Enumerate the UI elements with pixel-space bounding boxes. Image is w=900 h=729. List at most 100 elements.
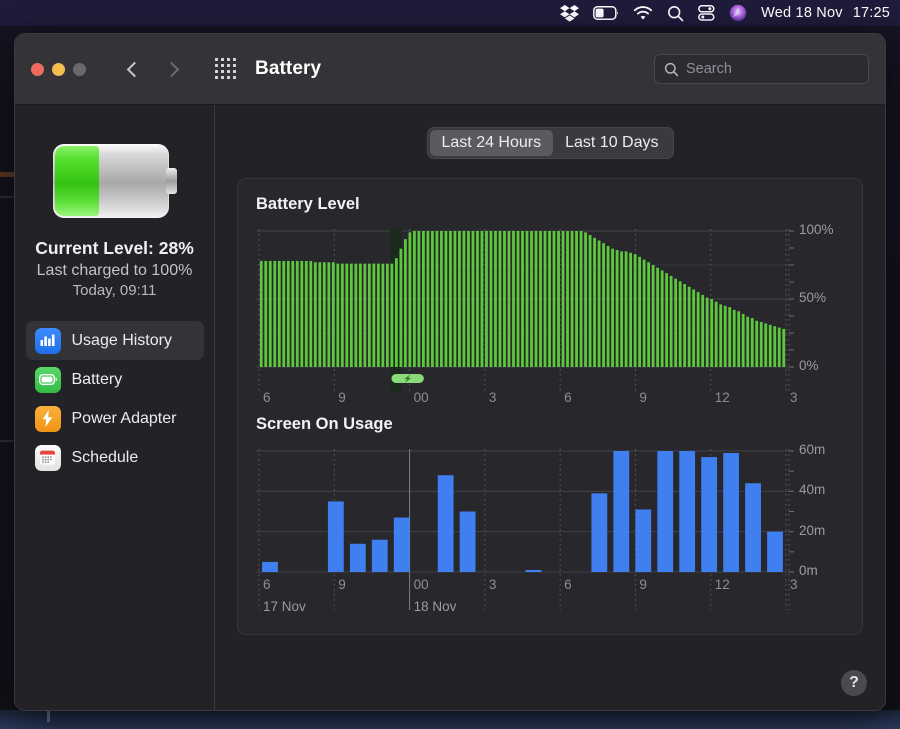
battery-level-bar: [764, 323, 767, 367]
battery-level-bar: [508, 231, 511, 367]
battery-level-bar: [782, 329, 785, 367]
screen-on-usage-bar: [262, 562, 278, 572]
screen-on-usage-bar: [460, 512, 476, 573]
screen-on-usage-bar: [723, 453, 739, 572]
screen-on-usage-bar: [328, 501, 344, 572]
x-axis-tick-label: 3: [489, 390, 497, 405]
battery-level-bar: [273, 261, 276, 367]
y-axis-tick-label: 20m: [799, 523, 825, 538]
menu-bar: Wed 18 Nov 17:25: [0, 0, 900, 26]
sidebar-item-battery[interactable]: Battery: [26, 360, 204, 399]
siri-icon[interactable]: [729, 0, 747, 26]
battery-terminal: [166, 168, 177, 194]
battery-level-bar: [327, 262, 330, 367]
x-axis-tick-label: 00: [414, 390, 429, 405]
y-axis-tick-label: 50%: [799, 290, 826, 305]
search-field[interactable]: Search: [654, 54, 869, 84]
battery-level-bar: [413, 231, 416, 367]
x-axis-tick-label: 9: [338, 577, 346, 592]
dropbox-icon[interactable]: [560, 0, 579, 26]
last-charged-time-label: Today, 09:11: [73, 282, 157, 299]
tab-last-10-days[interactable]: Last 10 Days: [553, 130, 670, 156]
menu-bar-date: Wed 18 Nov: [761, 5, 843, 21]
battery-level-bar: [638, 257, 641, 367]
time-range-tabs-wrapper: Last 24 Hours Last 10 Days: [237, 127, 863, 159]
desktop-artifact-line-2: [0, 440, 13, 442]
x-axis-tick-label: 12: [715, 390, 730, 405]
battery-level-chart[interactable]: 0%50%100%6900369123: [256, 223, 844, 401]
sidebar-item-label: Battery: [72, 371, 123, 389]
battery-level-bar: [336, 264, 339, 367]
battery-level-bar: [706, 298, 709, 367]
battery-level-bar: [476, 231, 479, 367]
battery-level-bar: [386, 264, 389, 367]
battery-status-graphic: [53, 144, 177, 218]
search-icon[interactable]: [667, 0, 684, 26]
close-button[interactable]: [31, 63, 44, 76]
control-center-icon[interactable]: [698, 0, 715, 26]
battery-level-bar: [458, 231, 461, 367]
battery-level-bar: [746, 317, 749, 367]
battery-level-bar: [562, 231, 565, 367]
battery-level-bar: [318, 262, 321, 367]
battery-level-bar: [372, 264, 375, 367]
battery-level-bar: [278, 261, 281, 367]
y-axis-tick-label: 40m: [799, 482, 825, 497]
battery-level-bar: [566, 231, 569, 367]
battery-level-bar: [674, 279, 677, 367]
battery-level-bar: [634, 254, 637, 367]
screen-on-usage-bar: [394, 518, 410, 572]
x-axis-tick-label: 9: [639, 577, 647, 592]
sidebar-item-label: Usage History: [72, 332, 172, 350]
battery-level-bar: [602, 243, 605, 367]
battery-level-bar: [773, 326, 776, 367]
battery-level-bar: [692, 289, 695, 367]
sidebar-item-power-adapter[interactable]: Power Adapter: [26, 399, 204, 438]
y-axis-tick-label: 100%: [799, 222, 834, 237]
screen-on-usage-chart[interactable]: 0m20m40m60m690036912317 Nov18 Nov: [256, 443, 844, 618]
battery-level-bar: [656, 268, 659, 367]
battery-level-bar: [760, 322, 763, 367]
sidebar-item-schedule[interactable]: Schedule: [26, 438, 204, 477]
sidebar-item-label: Power Adapter: [72, 410, 177, 428]
battery-level-bar: [368, 264, 371, 367]
x-axis-tick-label: 12: [715, 577, 730, 592]
page-title: Battery: [255, 58, 321, 80]
show-all-grid-icon[interactable]: [215, 58, 237, 80]
menu-bar-time: 17:25: [853, 5, 890, 21]
battery-level-bar: [512, 231, 515, 367]
battery-level-bar: [575, 231, 578, 367]
screen-on-usage-bar: [635, 509, 651, 572]
battery-level-bar: [494, 231, 497, 367]
battery-level-bar: [679, 281, 682, 367]
bolt-icon: [35, 406, 61, 432]
battery-level-bar: [665, 273, 668, 367]
battery-level-bar: [517, 231, 520, 367]
battery-level-bar: [724, 306, 727, 367]
screen-on-usage-bar: [701, 457, 717, 572]
zoom-button[interactable]: [73, 63, 86, 76]
x-axis-tick-label: 6: [564, 577, 572, 592]
help-button[interactable]: ?: [841, 670, 867, 696]
content-area: Last 24 Hours Last 10 Days Battery Level…: [215, 105, 885, 710]
last-charged-label: Last charged to 100%: [37, 262, 193, 280]
battery-fill: [55, 146, 99, 216]
x-axis-tick-label: 9: [639, 390, 647, 405]
battery-level-bar: [341, 264, 344, 367]
battery-level-bar: [544, 231, 547, 367]
battery-level-bar: [593, 238, 596, 367]
battery-level-bar: [589, 235, 592, 367]
menu-bar-clock[interactable]: Wed 18 Nov 17:25: [761, 5, 890, 21]
sidebar-item-usage-history[interactable]: Usage History: [26, 321, 204, 360]
battery-level-title: Battery Level: [256, 195, 844, 214]
minimize-button[interactable]: [52, 63, 65, 76]
battery-icon[interactable]: [593, 0, 619, 26]
tab-last-24-hours[interactable]: Last 24 Hours: [430, 130, 554, 156]
wifi-icon[interactable]: [633, 0, 653, 26]
battery-level-bar: [264, 261, 267, 367]
y-axis-tick-label: 0%: [799, 358, 819, 373]
battery-level-bar: [490, 231, 493, 367]
back-chevron-icon[interactable]: [127, 63, 140, 76]
forward-chevron-icon[interactable]: [166, 63, 179, 76]
navigation-arrows: [127, 63, 179, 76]
